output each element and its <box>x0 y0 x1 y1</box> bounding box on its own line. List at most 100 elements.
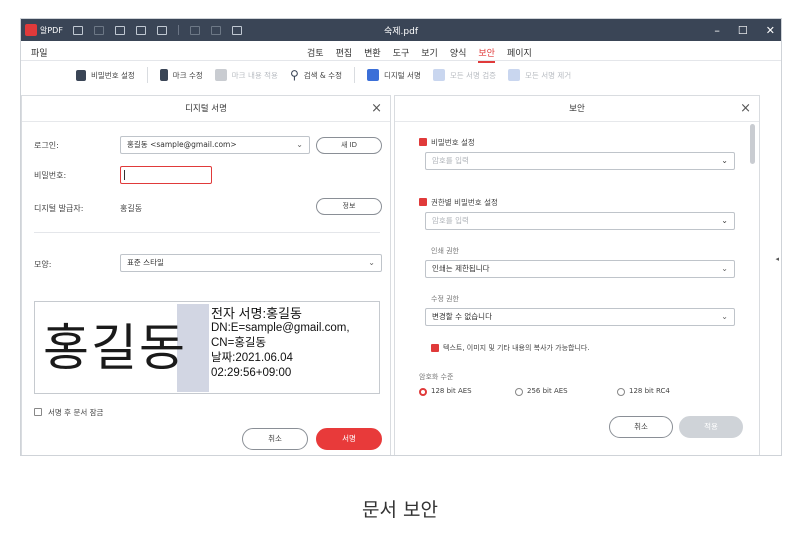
apply-markup-button[interactable]: 마크 내용 적용 <box>214 69 278 81</box>
save-icon[interactable] <box>93 25 104 35</box>
markup-label: 마크 수정 <box>172 70 203 80</box>
print-permission-select[interactable]: 인쇄는 제한됩니다 ⌄ <box>425 260 735 278</box>
search-redact-button[interactable]: ⚲ 검색 & 수정 <box>290 68 342 82</box>
chevron-down-icon: ⌄ <box>721 312 728 321</box>
chevron-down-icon: ⌄ <box>721 264 728 273</box>
reveal-password-icon[interactable]: ⌄ <box>721 213 728 229</box>
customize-toolbar-icon[interactable] <box>231 25 242 35</box>
encryption-option-label: 128 bit RC4 <box>629 387 670 395</box>
close-icon[interactable]: × <box>740 96 751 122</box>
permission-password-input[interactable]: 암호를 입력 ⌄ <box>425 212 735 230</box>
set-password-button[interactable]: 비밀번호 설정 <box>76 69 135 81</box>
figure-caption: 문서 보안 <box>362 499 438 521</box>
login-label: 로그인: <box>34 141 59 150</box>
lock-after-sign-checkbox[interactable] <box>34 408 42 416</box>
encryption-radio-rc4[interactable] <box>617 388 625 396</box>
app-window: 알PDF 숙제.pdf – ☐ ✕ 파일 검토 편집 변환 도구 보기 양식 보… <box>20 18 782 456</box>
login-select[interactable]: 홍길동 <sample@gmail.com> ⌄ <box>120 136 310 154</box>
minimize-button[interactable]: – <box>714 24 720 37</box>
undo-icon[interactable] <box>189 25 200 35</box>
ribbon-divider <box>146 67 148 83</box>
edit-permission-value: 변경할 수 없습니다 <box>432 312 492 321</box>
edit-permission-select[interactable]: 변경할 수 없습니다 ⌄ <box>425 308 735 326</box>
signature-line: DN:E=sample@gmail.com, <box>211 322 350 334</box>
issuer-label: 디지털 발급자: <box>34 204 84 213</box>
encryption-label: 암호화 수준 <box>419 373 454 381</box>
signature-icon <box>366 69 379 81</box>
copy-allowed-label: 텍스트, 이미지 및 기타 내용의 복사가 가능합니다. <box>443 344 590 352</box>
new-id-button[interactable]: 새 ID <box>316 137 382 154</box>
signature-details: 전자 서명:홍길동 DN:E=sample@gmail.com, CN=홍길동 … <box>211 306 350 381</box>
encryption-radio-aes128[interactable] <box>419 388 427 396</box>
reveal-password-icon[interactable]: ⌄ <box>721 153 728 169</box>
dialog-title: 디지털 서명 <box>185 104 227 114</box>
title-bar: 알PDF 숙제.pdf – ☐ ✕ <box>21 19 781 41</box>
verify-all-button[interactable]: 모든 서명 검증 <box>432 69 497 81</box>
edit-permission-label: 수정 권한 <box>431 295 459 303</box>
chevron-right-icon[interactable]: ◂ <box>775 255 779 263</box>
verify-all-label: 모든 서명 검증 <box>449 70 497 80</box>
set-password-label: 비밀번호 설정 <box>91 70 135 80</box>
signature-line: CN=홍길동 <box>211 337 267 349</box>
remove-all-button[interactable]: 모든 서명 제거 <box>508 69 571 81</box>
chevron-down-icon: ⌄ <box>296 140 303 149</box>
dialog-title: 보안 <box>569 104 585 114</box>
sign-button[interactable]: 서명 <box>316 428 382 450</box>
ribbon-toolbar: 비밀번호 설정 마크 수정 마크 내용 적용 ⚲ 검색 & 수정 디지털 서명 … <box>21 61 781 89</box>
signature-line: 날짜:2021.06.04 <box>211 352 293 364</box>
encryption-option-label: 128 bit AES <box>431 387 472 395</box>
apply-button[interactable]: 적용 <box>679 416 743 438</box>
permission-password-checkbox[interactable] <box>419 198 427 206</box>
redo-icon[interactable] <box>210 25 221 35</box>
remove-signature-icon <box>508 69 521 81</box>
cancel-button[interactable]: 취소 <box>609 416 673 438</box>
signature-line: 전자 서명:홍길동 <box>211 306 302 321</box>
maximize-button[interactable]: ☐ <box>738 24 748 37</box>
permission-password-label: 권한별 비밀번호 설정 <box>431 198 498 207</box>
digital-signature-button[interactable]: 디지털 서명 <box>366 69 421 81</box>
app-logo: 알PDF <box>25 24 63 36</box>
menu-file[interactable]: 파일 <box>31 46 48 59</box>
appearance-select[interactable]: 표준 스타일 ⌄ <box>120 254 382 272</box>
appearance-value: 표준 스타일 <box>127 258 164 267</box>
digital-signature-dialog: 디지털 서명 × 로그인: 홍길동 <sample@gmail.com> ⌄ 새… <box>21 95 391 455</box>
signature-name: 홍길동 <box>43 319 187 377</box>
chevron-down-icon: ⌄ <box>368 258 375 267</box>
open-password-label: 비밀번호 설정 <box>431 138 475 147</box>
open-password-checkbox[interactable] <box>419 138 427 146</box>
print-icon[interactable] <box>135 25 146 35</box>
close-icon[interactable]: × <box>371 96 382 122</box>
quick-access-toolbar <box>72 25 242 35</box>
mail-icon[interactable] <box>114 25 125 35</box>
menu-bar: 파일 검토 편집 변환 도구 보기 양식 보안 페이지 <box>21 41 781 63</box>
dialog-header: 보안 × <box>395 96 759 122</box>
toolbar-divider <box>177 25 179 35</box>
divider <box>34 232 380 233</box>
password-input[interactable] <box>120 166 212 184</box>
print-permission-value: 인쇄는 제한됩니다 <box>432 264 490 273</box>
ribbon-divider <box>353 67 355 83</box>
cancel-button[interactable]: 취소 <box>242 428 308 450</box>
apply-markup-label: 마크 내용 적용 <box>231 70 278 80</box>
signature-line: 02:29:56+09:00 <box>211 367 292 379</box>
markup-icon <box>159 69 168 81</box>
scissors-icon[interactable] <box>156 25 167 35</box>
text-cursor <box>124 170 125 180</box>
info-button[interactable]: 정보 <box>316 198 382 215</box>
encryption-option-label: 256 bit AES <box>527 387 568 395</box>
remove-all-label: 모든 서명 제거 <box>525 70 572 80</box>
signature-preview: 홍길동 전자 서명:홍길동 DN:E=sample@gmail.com, CN=… <box>34 301 380 394</box>
search-icon: ⚲ <box>289 68 299 82</box>
open-password-input[interactable]: 암호를 입력 ⌄ <box>425 152 735 170</box>
copy-allowed-checkbox[interactable] <box>431 344 439 352</box>
encryption-radio-aes256[interactable] <box>515 388 523 396</box>
digital-signature-label: 디지털 서명 <box>383 70 421 80</box>
open-password-placeholder: 암호를 입력 <box>432 156 469 165</box>
print-permission-label: 인쇄 권한 <box>431 247 459 255</box>
lock-icon <box>76 69 86 81</box>
dialog-header: 디지털 서명 × <box>22 96 390 122</box>
markup-button[interactable]: 마크 수정 <box>159 69 203 81</box>
close-window-button[interactable]: ✕ <box>766 24 775 37</box>
scrollbar[interactable] <box>750 124 755 164</box>
open-folder-icon[interactable] <box>72 25 83 35</box>
